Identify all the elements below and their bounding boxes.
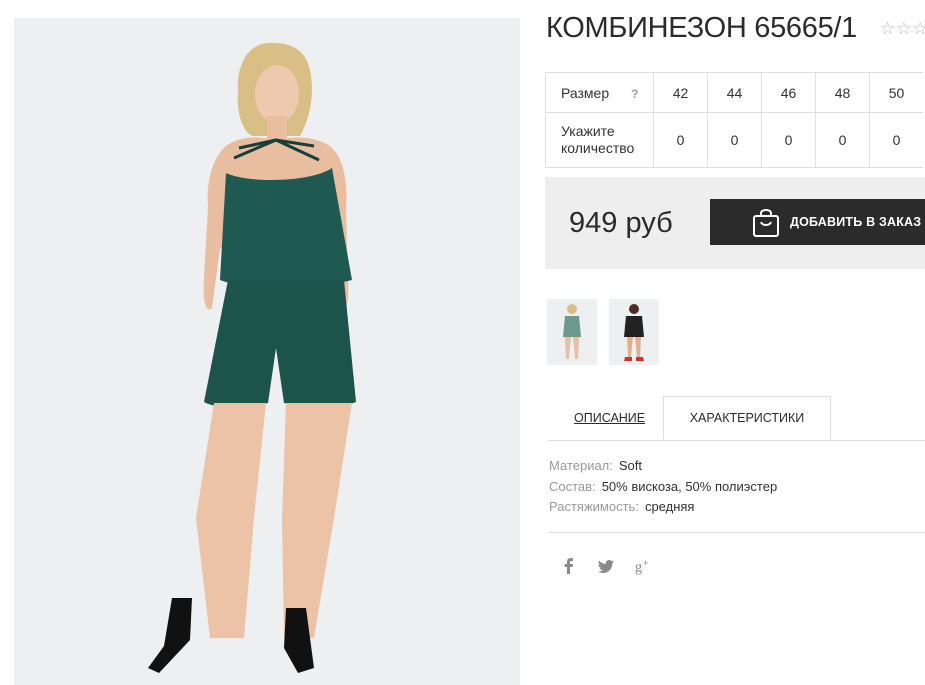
- size-quantity-table: Размер? 42 44 46 48 50 Укажите количество…: [545, 72, 923, 168]
- quantity-label-cell: Укажите количество: [545, 112, 654, 168]
- spec-stretch: Растяжимость: средняя: [549, 497, 777, 518]
- quantity-input-42[interactable]: 0: [653, 112, 708, 168]
- price-panel: 949 руб ДОБАВИТЬ В ЗАКАЗ: [545, 177, 925, 269]
- size-44: 44: [707, 72, 762, 113]
- spec-key: Растяжимость:: [549, 499, 639, 514]
- size-46: 46: [761, 72, 816, 113]
- add-to-order-label: ДОБАВИТЬ В ЗАКАЗ: [790, 215, 922, 229]
- social-share: g +: [560, 556, 671, 576]
- quantity-input-44[interactable]: 0: [707, 112, 762, 168]
- size-label-cell: Размер?: [545, 72, 654, 113]
- price: 949 руб: [569, 207, 673, 239]
- quantity-input-46[interactable]: 0: [761, 112, 816, 168]
- rating-stars[interactable]: ☆☆☆☆☆: [880, 19, 925, 39]
- main-product-photo[interactable]: [14, 18, 520, 685]
- spec-value: Soft: [618, 458, 643, 473]
- size-label: Размер: [561, 84, 610, 101]
- characteristics-list: Материал: Soft Состав: 50% вискоза, 50% по…: [549, 456, 777, 518]
- spec-key: Состав:: [549, 478, 596, 494]
- spec-key: Материал:: [549, 458, 613, 473]
- svg-text:+: +: [643, 558, 648, 568]
- spec-value: 50% вискоза, 50% полиэстер: [601, 478, 778, 494]
- google-plus-icon[interactable]: g +: [634, 556, 652, 576]
- thumbnail-black[interactable]: [609, 299, 659, 365]
- spec-material: Материал: Soft: [549, 456, 777, 477]
- tab-description[interactable]: ОПИСАНИЕ: [574, 411, 645, 425]
- tab-characteristics[interactable]: ХАРАКТЕРИСТИКИ: [663, 396, 831, 440]
- spec-value: средняя: [644, 499, 695, 514]
- product-tabs: ОПИСАНИЕ ХАРАКТЕРИСТИКИ: [548, 396, 925, 441]
- quantity-label-line1: Укажите: [561, 123, 615, 139]
- divider: [548, 532, 925, 533]
- size-50: 50: [869, 72, 923, 113]
- svg-text:g: g: [635, 559, 642, 575]
- size-48: 48: [815, 72, 870, 113]
- size-42: 42: [653, 72, 708, 113]
- product-title: КОМБИНЕЗОН 65665/1: [546, 12, 857, 44]
- shopping-bag-icon: [753, 209, 779, 237]
- spec-composition: Состав: 50% вискоза, 50% полиэстер: [549, 477, 777, 498]
- star-icon[interactable]: ☆☆☆☆☆: [880, 19, 925, 38]
- quantity-input-50[interactable]: 0: [869, 112, 923, 168]
- thumbnail-green[interactable]: [547, 299, 597, 365]
- quantity-label-line2: количество: [561, 140, 635, 156]
- twitter-icon[interactable]: [597, 556, 615, 576]
- quantity-input-48[interactable]: 0: [815, 112, 870, 168]
- add-to-order-button[interactable]: ДОБАВИТЬ В ЗАКАЗ: [710, 199, 925, 245]
- facebook-icon[interactable]: [560, 556, 578, 576]
- size-help-icon[interactable]: ?: [631, 87, 638, 101]
